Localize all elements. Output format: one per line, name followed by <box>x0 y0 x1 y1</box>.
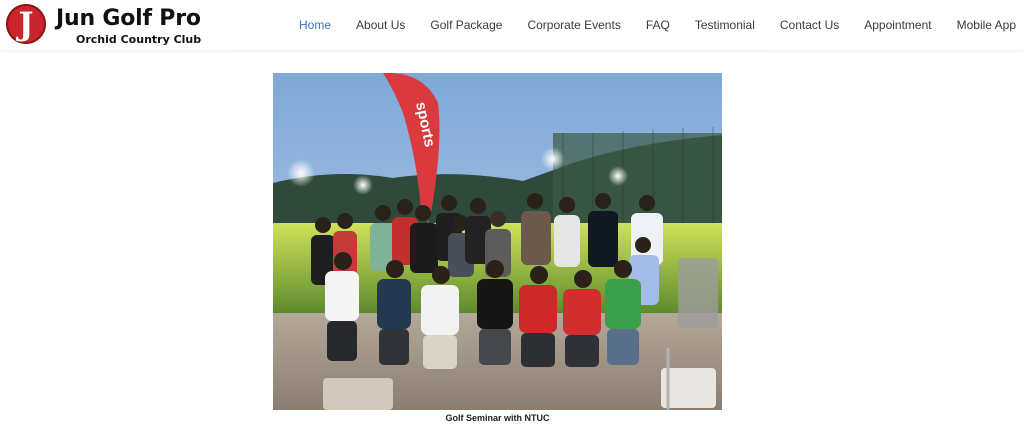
nav-corporate-events[interactable]: Corporate Events <box>527 18 620 32</box>
nav-home[interactable]: Home <box>299 18 331 32</box>
header-divider <box>235 50 763 51</box>
site-subtitle: Orchid Country Club <box>76 33 202 46</box>
nav-appointment[interactable]: Appointment <box>864 18 931 32</box>
logo-letter: J <box>18 5 34 43</box>
photo-figure: sports Golf Seminar with NTUC <box>273 73 722 423</box>
nav-testimonial[interactable]: Testimonial <box>695 18 755 32</box>
nav-contact-us[interactable]: Contact Us <box>780 18 839 32</box>
site-logo[interactable]: J Jun Golf Pro Orchid Country Club <box>6 4 206 46</box>
site-title: Jun Golf Pro <box>56 6 201 31</box>
photo-caption: Golf Seminar with NTUC <box>445 413 550 423</box>
site-header: J Jun Golf Pro Orchid Country Club Home … <box>0 0 1024 50</box>
main-nav: Home About Us Golf Package Corporate Eve… <box>299 0 1016 50</box>
nav-about-us[interactable]: About Us <box>356 18 405 32</box>
nav-faq[interactable]: FAQ <box>646 18 670 32</box>
nav-golf-package[interactable]: Golf Package <box>430 18 502 32</box>
nav-mobile-app[interactable]: Mobile App <box>957 18 1016 32</box>
group-photo[interactable]: sports <box>273 73 722 410</box>
